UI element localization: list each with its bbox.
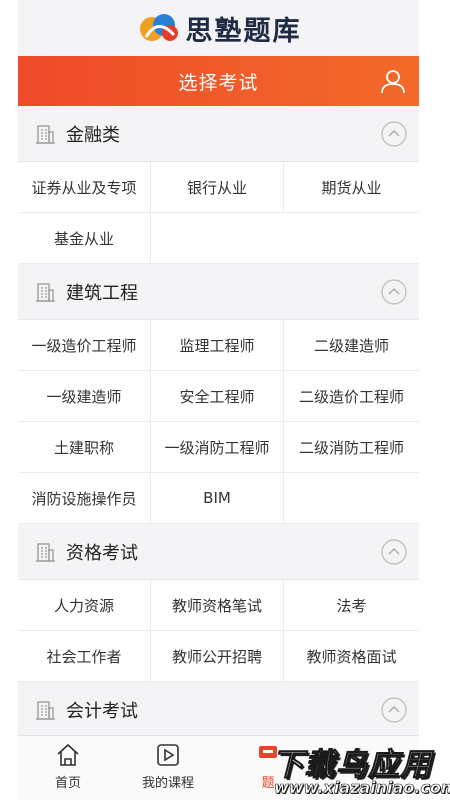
exam-item[interactable]: 监理工程师 (151, 320, 284, 371)
exam-item[interactable]: 基金从业 (18, 213, 151, 264)
collapse-icon[interactable] (381, 278, 407, 305)
exam-grid: 人力资源 教师资格笔试 法考社会工作者 教师公开招聘 教师资格面试 (18, 580, 419, 682)
building-icon (36, 124, 55, 144)
section-title: 会计考试 (66, 700, 138, 722)
exam-section: 建筑工程一级造价工程师 监理工程师 二级建造师一级建造师 安全工程师 二级造价工程师土建… (18, 264, 419, 524)
exam-item[interactable]: 银行从业 (151, 162, 284, 213)
empty-cell (151, 213, 284, 264)
exam-item[interactable]: 社会工作者 (18, 631, 151, 682)
tab-home-label: 首页 (54, 776, 81, 791)
collapse-icon[interactable] (381, 696, 407, 723)
exam-item[interactable]: BIM (151, 473, 284, 524)
section-title: 资格考试 (66, 542, 138, 564)
empty-cell (284, 473, 419, 524)
exam-section: 金融类证券从业及专项 银行从业 期货从业基金从业 (18, 106, 419, 264)
exam-item[interactable]: 一级造价工程师 (18, 320, 151, 371)
logo-icon (139, 14, 178, 41)
watermark: 下载鸟应用 www.xiazainiao.com (262, 737, 450, 800)
title-bar: 选择考试 (18, 56, 419, 106)
exam-item[interactable]: 土建职称 (18, 422, 151, 473)
section-title: 建筑工程 (66, 282, 138, 304)
collapse-icon[interactable] (381, 120, 407, 147)
section-header[interactable]: 建筑工程 (18, 264, 419, 320)
exam-item[interactable]: 二级建造师 (284, 320, 419, 371)
exam-item[interactable]: 法考 (284, 580, 419, 631)
tab-home[interactable]: 首页 (18, 736, 118, 800)
exam-item[interactable]: 消防设施操作员 (18, 473, 151, 524)
building-icon (36, 700, 55, 720)
exam-section: 资格考试人力资源 教师资格笔试 法考社会工作者 教师公开招聘 教师资格面试 (18, 524, 419, 682)
play-icon (157, 744, 179, 766)
logo-header: 思塾题库 (18, 0, 419, 56)
exam-item[interactable]: 一级消防工程师 (151, 422, 284, 473)
exam-item[interactable]: 期货从业 (284, 162, 419, 213)
exam-item[interactable]: 教师公开招聘 (151, 631, 284, 682)
exam-item[interactable]: 教师资格面试 (284, 631, 419, 682)
building-icon (36, 282, 55, 302)
empty-cell (284, 213, 419, 264)
exam-item[interactable]: 二级造价工程师 (284, 371, 419, 422)
section-header[interactable]: 资格考试 (18, 524, 419, 580)
exam-item[interactable]: 一级建造师 (18, 371, 151, 422)
section-title: 金融类 (66, 124, 120, 146)
exam-item[interactable]: 安全工程师 (151, 371, 284, 422)
exam-sections: 金融类证券从业及专项 银行从业 期货从业基金从业建筑工程一级造价工程师 监理工程师 二级… (18, 106, 419, 738)
user-icon[interactable] (379, 67, 407, 95)
exam-section: 会计考试 (18, 682, 419, 738)
exam-grid: 证券从业及专项 银行从业 期货从业基金从业 (18, 162, 419, 264)
exam-item[interactable]: 人力资源 (18, 580, 151, 631)
exam-item[interactable]: 教师资格笔试 (151, 580, 284, 631)
exam-item[interactable]: 证券从业及专项 (18, 162, 151, 213)
building-icon (36, 542, 55, 562)
app-frame: 思塾题库 选择考试 金融类证券从业及专项 银行从业 期货从业基金从业建筑工程一级造价… (18, 0, 419, 800)
home-icon (57, 743, 79, 766)
logo-text: 思塾题库 (185, 15, 302, 47)
exam-grid: 一级造价工程师 监理工程师 二级建造师一级建造师 安全工程师 二级造价工程师土建职称 一级… (18, 320, 419, 524)
page-title: 选择考试 (178, 71, 259, 94)
watermark-url: www.xiazainiao.com (274, 778, 450, 798)
tab-my-courses[interactable]: 我的课程 (118, 736, 218, 800)
tab-my-courses-label: 我的课程 (141, 776, 194, 791)
section-header[interactable]: 会计考试 (18, 682, 419, 738)
collapse-icon[interactable] (381, 538, 407, 565)
section-header[interactable]: 金融类 (18, 106, 419, 162)
exam-item[interactable]: 二级消防工程师 (284, 422, 419, 473)
